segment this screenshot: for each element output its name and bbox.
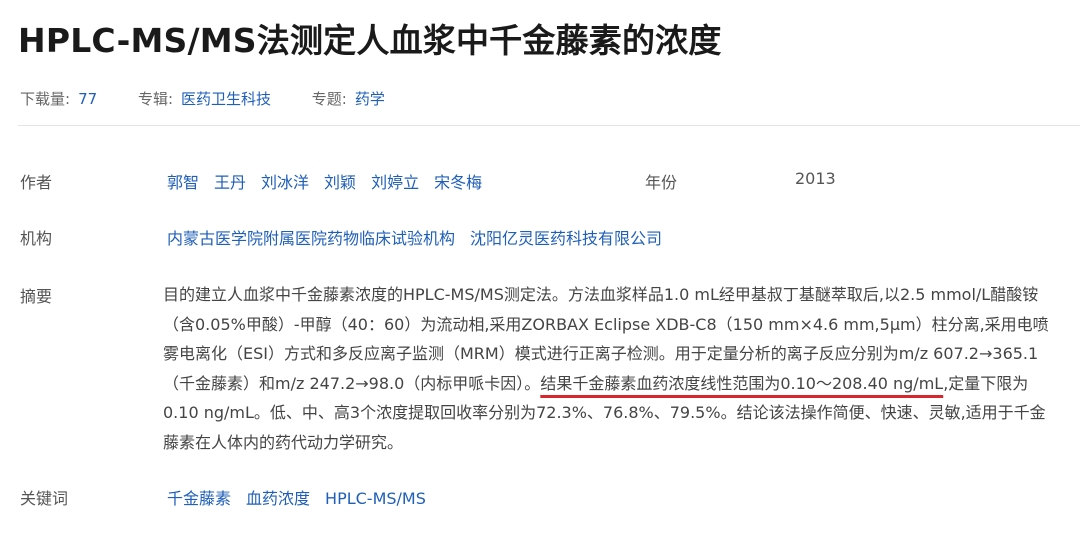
year-value: 2013 — [795, 169, 836, 188]
keyword-link[interactable]: 千金藤素 — [167, 489, 231, 508]
author-link[interactable]: 郭智 — [167, 173, 199, 192]
author-link[interactable]: 刘颖 — [324, 173, 356, 192]
author-list: 郭智 王丹 刘冰洋 刘颖 刘婷立 宋冬梅 — [167, 169, 497, 193]
abstract-highlight: 结果千金藤素血药浓度线性范围为0.10～208.40 ng/mL — [540, 373, 944, 393]
author-link[interactable]: 刘婷立 — [371, 173, 419, 192]
meta-bar: 下载量: 77 专辑: 医药卫生科技 专题: 药学 — [20, 88, 421, 109]
downloads-count: 77 — [78, 90, 98, 108]
institution-link[interactable]: 沈阳亿灵医药科技有限公司 — [470, 229, 662, 248]
keyword-link[interactable]: HPLC-MS/MS — [325, 489, 426, 508]
abstract-text: 目的建立人血浆中千金藤素浓度的HPLC-MS/MS测定法。方法血浆样品1.0 m… — [163, 280, 1058, 457]
year-label: 年份 — [645, 173, 678, 192]
keyword-link[interactable]: 血药浓度 — [246, 489, 310, 508]
series-label: 专辑: — [137, 90, 173, 108]
author-link[interactable]: 宋冬梅 — [434, 173, 482, 192]
abstract-label: 摘要 — [20, 287, 53, 306]
topic-info: 专题: 药学 — [312, 88, 385, 109]
institution-list: 内蒙古医学院附属医院药物临床试验机构 沈阳亿灵医药科技有限公司 — [167, 225, 677, 249]
keywords-label: 关键词 — [20, 489, 69, 508]
author-link[interactable]: 刘冰洋 — [261, 173, 309, 192]
downloads-label: 下载量: — [20, 90, 71, 108]
topic-link[interactable]: 药学 — [355, 90, 385, 108]
institutions-label: 机构 — [20, 229, 53, 248]
series-link[interactable]: 医药卫生科技 — [181, 90, 271, 108]
author-link[interactable]: 王丹 — [214, 173, 246, 192]
page-title: HPLC-MS/MS法测定人血浆中千金藤素的浓度 — [18, 21, 722, 60]
topic-label: 专题: — [311, 90, 347, 108]
institution-link[interactable]: 内蒙古医学院附属医院药物临床试验机构 — [167, 229, 455, 248]
series-info: 专辑: 医药卫生科技 — [138, 88, 271, 109]
authors-label: 作者 — [20, 173, 53, 192]
header-divider — [18, 125, 1080, 126]
downloads-info: 下载量: 77 — [20, 88, 97, 109]
keyword-list: 千金藤素 血药浓度 HPLC-MS/MS — [167, 485, 441, 509]
